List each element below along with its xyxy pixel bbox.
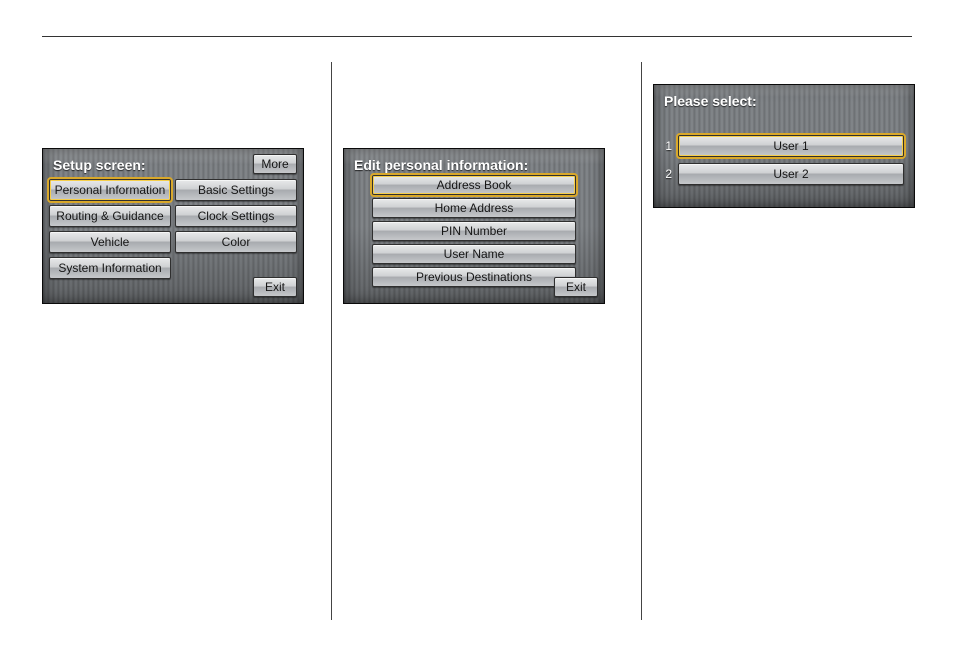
home-address-button[interactable]: Home Address [372,198,576,218]
user-1-button[interactable]: User 1 [678,135,904,157]
user-2-button[interactable]: User 2 [678,163,904,185]
user-row: 2 User 2 [660,163,904,185]
color-button[interactable]: Color [175,231,297,253]
edit-personal-info-title: Edit personal information: [354,157,528,173]
basic-settings-button[interactable]: Basic Settings [175,179,297,201]
edit-personal-info-panel: Edit personal information: Address Book … [343,148,605,304]
routing-guidance-button[interactable]: Routing & Guidance [49,205,171,227]
setup-button-grid: Personal Information Basic Settings Rout… [49,179,297,279]
column-divider-2 [641,62,642,620]
column-divider-1 [331,62,332,620]
top-rule [42,36,912,37]
pin-number-button[interactable]: PIN Number [372,221,576,241]
more-button[interactable]: More [253,154,297,174]
edit-exit-button[interactable]: Exit [554,277,598,297]
edit-menu-list: Address Book Home Address PIN Number Use… [372,175,576,287]
user-row: 1 User 1 [660,135,904,157]
clock-settings-button[interactable]: Clock Settings [175,205,297,227]
setup-exit-button[interactable]: Exit [253,277,297,297]
setup-screen-panel: Setup screen: More Personal Information … [42,148,304,304]
vehicle-button[interactable]: Vehicle [49,231,171,253]
setup-screen-title: Setup screen: [53,157,146,173]
please-select-title: Please select: [664,93,757,109]
system-information-button[interactable]: System Information [49,257,171,279]
previous-destinations-button[interactable]: Previous Destinations [372,267,576,287]
user-name-button[interactable]: User Name [372,244,576,264]
personal-information-button[interactable]: Personal Information [49,179,171,201]
row-number: 2 [660,167,672,181]
please-select-panel: Please select: 1 User 1 2 User 2 [653,84,915,208]
row-number: 1 [660,139,672,153]
address-book-button[interactable]: Address Book [372,175,576,195]
user-select-list: 1 User 1 2 User 2 [660,135,904,185]
